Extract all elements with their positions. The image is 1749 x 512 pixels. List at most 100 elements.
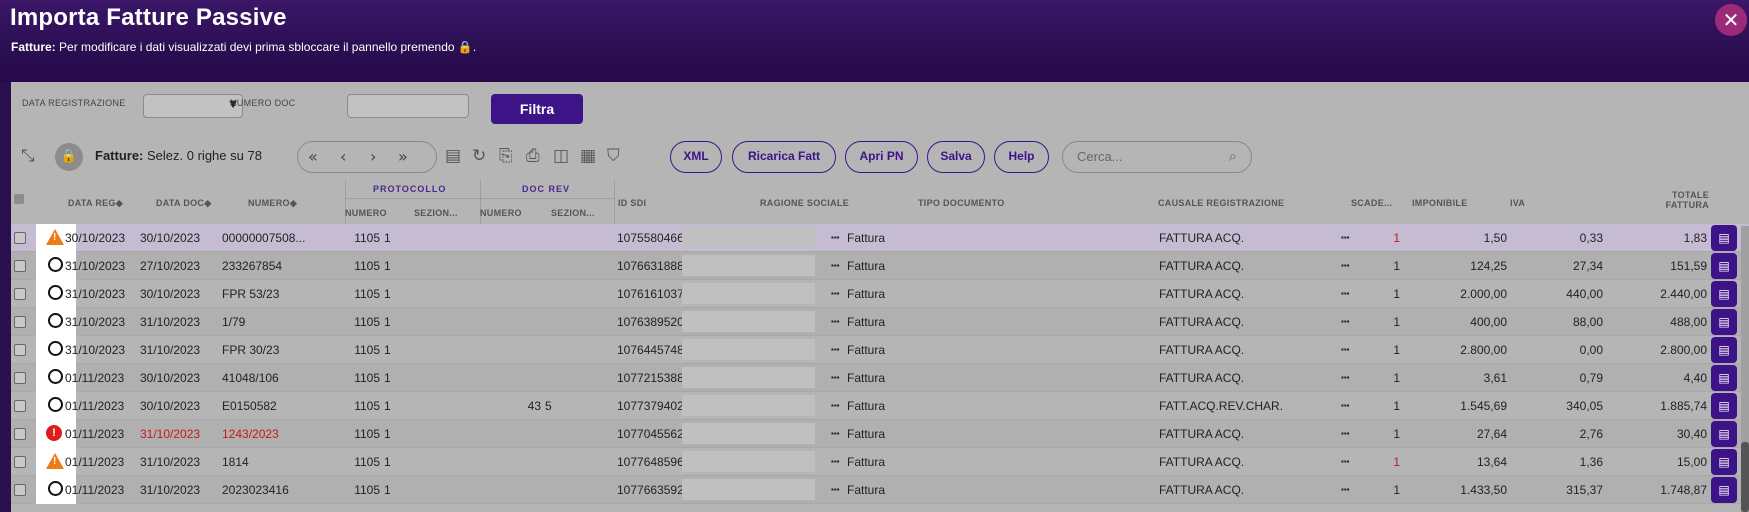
col-scadenze[interactable]: SCADE... — [1351, 198, 1392, 208]
document-icon[interactable]: ▤ — [445, 146, 461, 166]
causale-menu-icon[interactable]: ▪▪▪ — [1341, 457, 1355, 466]
row-checkbox[interactable] — [14, 456, 26, 468]
table-row[interactable]: 31/10/2023 27/10/2023 233267854 1105 1 107663… — [11, 252, 1749, 280]
col-ragione-sociale[interactable]: RAGIONE SOCIALE — [760, 198, 849, 208]
book-icon[interactable]: ◫ — [553, 146, 569, 166]
row-checkbox[interactable] — [14, 484, 26, 496]
scrollbar-thumb[interactable] — [1741, 442, 1749, 512]
col-iva[interactable]: IVA — [1510, 198, 1525, 208]
row-action-button[interactable]: ▤ — [1711, 421, 1737, 447]
table-row[interactable]: 31/10/2023 31/10/2023 FPR 30/23 1105 1 107644… — [11, 336, 1749, 364]
row-action-button[interactable]: ▤ — [1711, 477, 1737, 503]
first-page-icon[interactable]: « — [308, 147, 318, 166]
col-imponibile[interactable]: IMPONIBILE — [1412, 198, 1468, 208]
row-checkbox[interactable] — [14, 288, 26, 300]
row-action-button[interactable]: ▤ — [1711, 281, 1737, 307]
row-action-button[interactable]: ▤ — [1711, 309, 1737, 335]
causale-menu-icon[interactable]: ▪▪▪ — [1341, 485, 1355, 494]
row-action-button[interactable]: ▤ — [1711, 393, 1737, 419]
xml-button[interactable]: XML — [670, 141, 722, 173]
row-checkbox[interactable] — [14, 316, 26, 328]
table-row[interactable]: 31/10/2023 30/10/2023 FPR 53/23 1105 1 107616… — [11, 280, 1749, 308]
next-page-icon[interactable]: › — [370, 147, 376, 166]
data-registrazione-select[interactable]: ▼ — [143, 94, 243, 118]
col-data-reg[interactable]: DATA REG◆ — [68, 198, 123, 209]
tipo-menu-icon[interactable]: ▪▪▪ — [831, 457, 845, 466]
table-row[interactable]: ! 01/11/2023 31/10/2023 1243/2023 1105 1 10770… — [11, 420, 1749, 448]
causale-menu-icon[interactable]: ▪▪▪ — [1341, 373, 1355, 382]
tipo-menu-icon[interactable]: ▪▪▪ — [831, 289, 845, 298]
row-action-button[interactable]: ▤ — [1711, 337, 1737, 363]
cell-ragione-sociale[interactable] — [682, 339, 815, 360]
close-button[interactable]: ✕ — [1715, 4, 1747, 36]
filter-icon[interactable]: ⛉ — [607, 146, 620, 166]
row-action-button[interactable]: ▤ — [1711, 449, 1737, 475]
table-row[interactable]: 01/11/202331/10/202318141105110776485963… — [11, 448, 1749, 476]
salva-button[interactable]: Salva — [927, 141, 985, 173]
col-prot-sezione[interactable]: SEZION... — [414, 208, 458, 218]
table-row[interactable]: 31/10/2023 31/10/2023 1/79 1105 1 10763895209… — [11, 308, 1749, 336]
row-checkbox[interactable] — [14, 344, 26, 356]
row-action-button[interactable]: ▤ — [1711, 253, 1737, 279]
help-button[interactable]: Help — [994, 141, 1049, 173]
numero-doc-input[interactable] — [347, 94, 469, 118]
apri-pn-button[interactable]: Apri PN — [845, 141, 918, 173]
cell-ragione-sociale[interactable] — [682, 367, 815, 388]
row-checkbox[interactable] — [14, 428, 26, 440]
tipo-menu-icon[interactable]: ▪▪▪ — [831, 317, 845, 326]
search-input[interactable] — [1077, 149, 1217, 164]
row-checkbox[interactable] — [14, 232, 26, 244]
export-icon[interactable]: ⎘ — [499, 146, 513, 166]
causale-menu-icon[interactable]: ▪▪▪ — [1341, 261, 1355, 270]
causale-menu-icon[interactable]: ▪▪▪ — [1341, 233, 1355, 242]
layout-icon[interactable]: ▦ — [580, 146, 596, 166]
last-page-icon[interactable]: » — [398, 147, 408, 166]
collapse-icon[interactable]: ⤡ — [21, 146, 35, 166]
ricarica-fatt-button[interactable]: Ricarica Fatt — [732, 141, 836, 173]
tipo-menu-icon[interactable]: ▪▪▪ — [831, 401, 845, 410]
causale-menu-icon[interactable]: ▪▪▪ — [1341, 429, 1355, 438]
prev-page-icon[interactable]: ‹ — [340, 147, 346, 166]
col-numero[interactable]: NUMERO◆ — [248, 198, 297, 209]
tipo-menu-icon[interactable]: ▪▪▪ — [831, 485, 845, 494]
tipo-menu-icon[interactable]: ▪▪▪ — [831, 373, 845, 382]
causale-menu-icon[interactable]: ▪▪▪ — [1341, 401, 1355, 410]
col-rev-numero[interactable]: NUMERO — [480, 208, 522, 218]
row-checkbox[interactable] — [14, 400, 26, 412]
select-all-checkbox[interactable] — [14, 194, 24, 204]
row-action-button[interactable]: ▤ — [1711, 225, 1737, 251]
col-id-sdi[interactable]: ID SDI — [618, 198, 646, 208]
causale-menu-icon[interactable]: ▪▪▪ — [1341, 289, 1355, 298]
causale-menu-icon[interactable]: ▪▪▪ — [1341, 317, 1355, 326]
cell-ragione-sociale[interactable] — [682, 227, 815, 248]
cell-ragione-sociale[interactable] — [682, 311, 815, 332]
row-checkbox[interactable] — [14, 260, 26, 272]
col-data-doc[interactable]: DATA DOC◆ — [156, 198, 211, 209]
table-row[interactable]: 30/10/2023 30/10/2023 00000007508... 1105 1 1… — [11, 224, 1749, 252]
table-row[interactable]: 01/11/2023 30/10/2023 41048/106 1105 1 107721… — [11, 364, 1749, 392]
col-rev-sezione[interactable]: SEZION... — [551, 208, 595, 218]
lock-button[interactable]: 🔒 — [55, 143, 83, 171]
tipo-menu-icon[interactable]: ▪▪▪ — [831, 345, 845, 354]
tipo-menu-icon[interactable]: ▪▪▪ — [831, 233, 845, 242]
table-row[interactable]: 01/11/2023 30/10/2023 E0150582 1105 1 43 5 1077… — [11, 392, 1749, 420]
tipo-menu-icon[interactable]: ▪▪▪ — [831, 429, 845, 438]
col-prot-numero[interactable]: NUMERO — [345, 208, 387, 218]
col-totale[interactable]: TOTALE FATTURA — [1656, 190, 1709, 210]
tipo-menu-icon[interactable]: ▪▪▪ — [831, 261, 845, 270]
print-icon[interactable]: ⎙ — [526, 146, 540, 166]
row-checkbox[interactable] — [14, 372, 26, 384]
cell-ragione-sociale[interactable] — [682, 423, 815, 444]
filtra-button[interactable]: Filtra — [491, 94, 583, 124]
cell-ragione-sociale[interactable] — [682, 255, 815, 276]
row-action-button[interactable]: ▤ — [1711, 365, 1737, 391]
col-causale[interactable]: CAUSALE REGISTRAZIONE — [1158, 198, 1284, 208]
col-tipo-documento[interactable]: TIPO DOCUMENTO — [918, 198, 1005, 208]
refresh-icon[interactable]: ↻ — [472, 146, 486, 166]
cell-ragione-sociale[interactable] — [682, 451, 815, 472]
cell-ragione-sociale[interactable] — [682, 395, 815, 416]
causale-menu-icon[interactable]: ▪▪▪ — [1341, 345, 1355, 354]
cell-ragione-sociale[interactable] — [682, 479, 815, 500]
cell-ragione-sociale[interactable] — [682, 283, 815, 304]
table-row[interactable]: 01/11/2023 31/10/2023 2023023416 1105 1 10776… — [11, 476, 1749, 504]
